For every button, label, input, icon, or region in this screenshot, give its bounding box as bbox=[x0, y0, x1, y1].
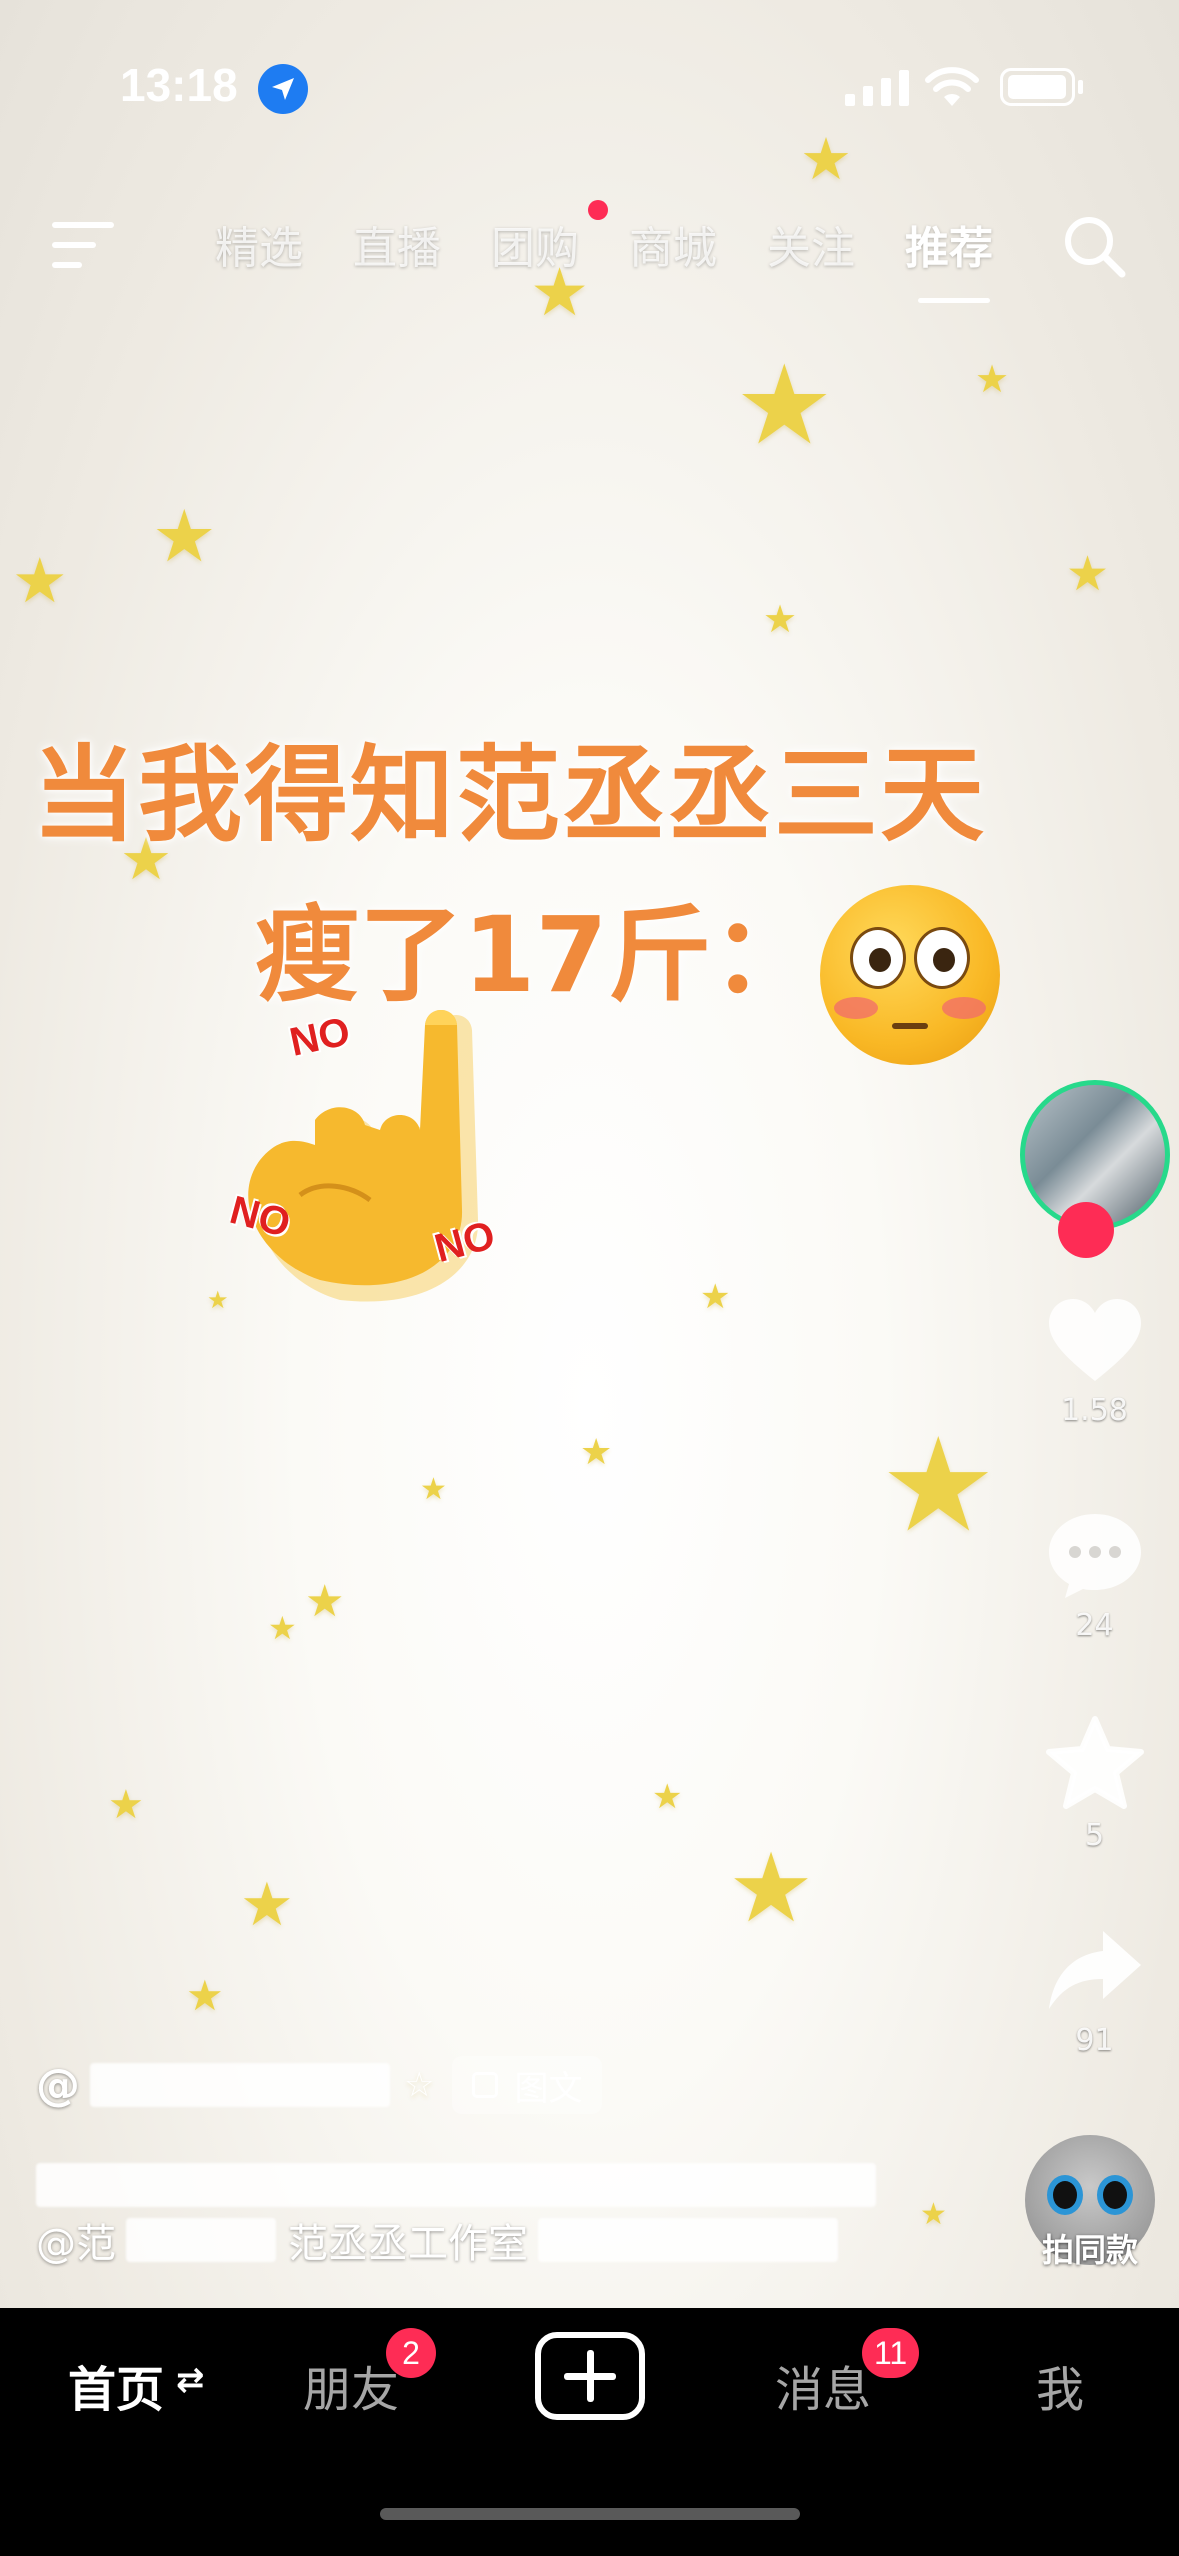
comment-action[interactable]: 24 bbox=[1010, 1510, 1179, 1643]
same-style-label[interactable]: 拍同款 bbox=[1015, 2225, 1165, 2271]
description-line-1 bbox=[36, 2160, 876, 2210]
comment-count: 24 bbox=[1075, 1608, 1114, 1643]
star-decoration: ★ bbox=[12, 544, 68, 617]
gallery-icon bbox=[472, 2072, 499, 2098]
search-icon[interactable] bbox=[1062, 214, 1128, 280]
tab-group-buy[interactable]: 团购 bbox=[491, 212, 629, 276]
tab-friends[interactable]: 朋友 bbox=[303, 2350, 399, 2420]
follow-plus-icon[interactable] bbox=[1058, 1202, 1114, 1258]
group-buy-notification-dot bbox=[588, 200, 608, 220]
star-decoration: ★ bbox=[420, 1472, 447, 1507]
star-decoration: ★ bbox=[920, 2197, 947, 2232]
tab-mall[interactable]: 商城 bbox=[629, 212, 767, 276]
star-decoration: ★ bbox=[152, 494, 217, 578]
star-decoration: ★ bbox=[728, 1832, 815, 1944]
swap-icon[interactable]: ⇄ bbox=[176, 2360, 205, 2400]
home-indicator bbox=[380, 2508, 800, 2520]
star-decoration: ★ bbox=[975, 357, 1010, 401]
star-decoration: ★ bbox=[735, 341, 834, 469]
index-finger-hand-icon bbox=[248, 1010, 479, 1302]
heart-icon[interactable] bbox=[1045, 1295, 1145, 1385]
star-decoration: ★ bbox=[240, 1870, 294, 1940]
mention-prefix[interactable]: @范 bbox=[36, 2211, 116, 2269]
star-decoration: ★ bbox=[763, 597, 798, 641]
bottom-tab-bar: 首页 ⇄ 朋友 2 消息 11 我 bbox=[0, 2308, 1179, 2556]
tab-me[interactable]: 我 bbox=[1036, 2350, 1084, 2420]
share-action[interactable]: 91 bbox=[1010, 1925, 1179, 2058]
no-hand-sticker: NO NO NO bbox=[225, 1009, 550, 1310]
tab-featured[interactable]: 精选 bbox=[215, 212, 353, 276]
flushed-face-emoji bbox=[820, 885, 1000, 1065]
star-decoration: ★ bbox=[268, 1609, 297, 1647]
star-decoration: ★ bbox=[700, 1277, 731, 1317]
description-redacted bbox=[36, 2163, 876, 2207]
create-post-button[interactable] bbox=[535, 2332, 645, 2420]
caption-line-1: 当我得知范丞丞三天 bbox=[32, 734, 987, 856]
mention-studio[interactable]: 范丞丞工作室 bbox=[288, 2211, 528, 2269]
author-row: @ ☆ 图文 bbox=[36, 2055, 603, 2115]
favorite-count: 5 bbox=[1084, 1818, 1105, 1853]
video-feed-screen[interactable]: ★ ★ ★ ★ ★ ★ ★ ★ ★ ★ ★ ★ ★ ★ ★ ★ ★ ★ ★ ★ … bbox=[0, 0, 1179, 2556]
star-decoration: ★ bbox=[207, 1286, 229, 1314]
author-name-redacted[interactable] bbox=[90, 2063, 390, 2107]
tab-recommended[interactable]: 推荐 bbox=[905, 212, 1043, 276]
battery-cap bbox=[1078, 80, 1083, 94]
tab-following[interactable]: 关注 bbox=[767, 212, 905, 276]
author-at[interactable]: @ bbox=[36, 2060, 80, 2111]
tab-home[interactable]: 首页 bbox=[68, 2350, 164, 2420]
active-tab-indicator bbox=[918, 298, 990, 303]
star-decoration: ★ bbox=[880, 1409, 997, 1561]
top-nav: 精选 直播 团购 商城 关注 推荐 bbox=[0, 200, 1179, 310]
star-decoration: ★ bbox=[186, 1971, 224, 2020]
comment-icon[interactable] bbox=[1045, 1510, 1145, 1600]
mention-redacted bbox=[126, 2218, 276, 2262]
star-decoration: ★ bbox=[1066, 546, 1110, 602]
friends-badge: 2 bbox=[386, 2328, 436, 2378]
image-text-tag[interactable]: 图文 bbox=[452, 2056, 603, 2114]
like-action[interactable]: 1.58 bbox=[1010, 1295, 1179, 1428]
share-count: 91 bbox=[1075, 2023, 1114, 2058]
menu-icon[interactable] bbox=[52, 220, 114, 270]
wifi-icon bbox=[925, 67, 979, 106]
tab-messages[interactable]: 消息 bbox=[775, 2350, 871, 2420]
status-bar: 13:18 bbox=[0, 0, 1179, 170]
location-arrow-icon bbox=[258, 64, 308, 114]
status-time: 13:18 bbox=[120, 59, 238, 111]
image-text-label: 图文 bbox=[514, 2068, 583, 2109]
description-line-2: @范 范丞丞工作室 bbox=[36, 2215, 838, 2267]
nav-tabs: 精选 直播 团购 商城 关注 推荐 bbox=[215, 212, 1043, 276]
cellular-signal-icon bbox=[845, 70, 909, 106]
share-arrow-icon[interactable] bbox=[1045, 1925, 1145, 2015]
caption-line-2: 瘦了17斤： bbox=[255, 894, 816, 1016]
star-decoration: ★ bbox=[580, 1432, 613, 1473]
like-count: 1.58 bbox=[1061, 1393, 1128, 1428]
tab-live[interactable]: 直播 bbox=[353, 212, 491, 276]
favorite-action[interactable]: 5 bbox=[1010, 1715, 1179, 1853]
battery-icon bbox=[1000, 68, 1075, 106]
favorite-star-icon[interactable] bbox=[1045, 1715, 1145, 1810]
messages-badge: 11 bbox=[862, 2328, 920, 2378]
star-symbol-icon: ☆ bbox=[404, 2065, 435, 2105]
star-decoration: ★ bbox=[305, 1576, 345, 1627]
star-decoration: ★ bbox=[108, 1782, 144, 1828]
mention-redacted-tail bbox=[538, 2218, 838, 2262]
star-decoration: ★ bbox=[652, 1777, 683, 1817]
